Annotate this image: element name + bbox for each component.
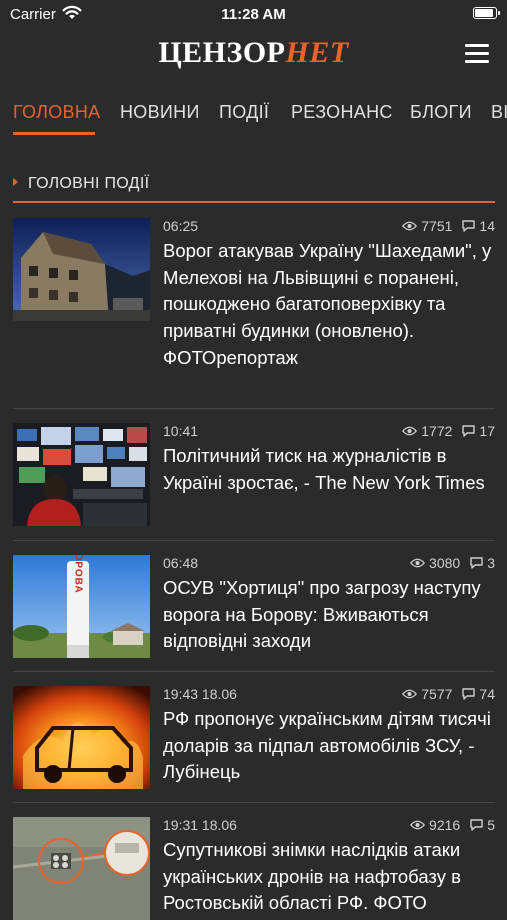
comments-icon <box>470 557 483 569</box>
status-bar: Carrier 11:28 AM <box>0 0 507 28</box>
views-eye-icon <box>402 426 418 436</box>
article-time: 06:48 <box>163 555 199 571</box>
site-logo[interactable]: ЦЕНЗОРНЕТ <box>0 36 507 70</box>
article-thumbnail <box>13 686 150 789</box>
views-count: 3080 <box>429 555 461 571</box>
battery-icon <box>473 7 500 19</box>
article-title[interactable]: Політичний тиск на журналістів в Україні… <box>163 443 495 496</box>
logo-text-net: НЕТ <box>285 36 349 69</box>
comments-icon <box>462 688 476 700</box>
comments-icon <box>462 220 476 232</box>
tab-podii[interactable]: ПОДІЇ <box>219 102 269 123</box>
article-time: 19:43 18.06 <box>163 686 237 702</box>
article-title[interactable]: Ворог атакував Україну "Шахедами", у Мел… <box>163 238 495 372</box>
section-arrow-icon <box>13 178 18 186</box>
article-divider <box>13 671 495 672</box>
hamburger-menu-icon[interactable] <box>465 44 489 64</box>
views-eye-icon <box>410 820 426 830</box>
app-header: ЦЕНЗОРНЕТ <box>0 28 507 84</box>
sign-text-borova: БОРОВА <box>73 555 84 594</box>
section-divider <box>13 201 495 203</box>
article-meta: 06:48 3080 3 <box>163 555 495 573</box>
comments-count: 3 <box>487 555 495 571</box>
views-count: 7577 <box>421 686 453 702</box>
article-thumbnail <box>13 218 150 321</box>
tab-blogy[interactable]: БЛОГИ <box>410 102 472 123</box>
clock: 11:28 AM <box>221 6 286 23</box>
article-meta: 19:43 18.06 7577 74 <box>163 686 495 704</box>
article-divider <box>13 408 495 409</box>
article-thumbnail <box>13 817 150 920</box>
article-title[interactable]: Супутникові знімки наслідків атаки украї… <box>163 837 495 917</box>
article-time: 19:31 18.06 <box>163 817 237 833</box>
views-eye-icon <box>402 689 418 699</box>
comments-count: 5 <box>487 817 495 833</box>
views-eye-icon <box>410 558 426 568</box>
views-count: 9216 <box>429 817 461 833</box>
article-meta: 10:41 1772 17 <box>163 423 495 441</box>
logo-text-censor: ЦЕНЗОР <box>158 36 286 69</box>
comments-icon <box>462 425 476 437</box>
active-tab-indicator <box>13 132 95 135</box>
section-title: ГОЛОВНІ ПОДІЇ <box>28 175 150 192</box>
article-title[interactable]: ОСУВ "Хортиця" про загрозу наступу ворог… <box>163 575 495 655</box>
views-count: 1772 <box>421 423 453 439</box>
views-eye-icon <box>402 221 418 231</box>
views-count: 7751 <box>421 218 453 234</box>
comments-icon <box>470 819 483 831</box>
section-header: ГОЛОВНІ ПОДІЇ <box>13 172 495 204</box>
comments-count: 17 <box>479 423 495 439</box>
article-time: 10:41 <box>163 423 199 439</box>
article-thumbnail <box>13 423 150 526</box>
comments-count: 14 <box>479 218 495 234</box>
article-meta: 19:31 18.06 9216 5 <box>163 817 495 835</box>
article-title[interactable]: РФ пропонує українським дітям тисячі дол… <box>163 706 495 786</box>
tab-rezonans[interactable]: РЕЗОНАНС <box>291 102 393 123</box>
article-meta: 06:25 7751 14 <box>163 218 495 236</box>
tab-partial-next[interactable]: ВІ <box>491 102 507 123</box>
category-tabs: ГОЛОВНА НОВИНИ ПОДІЇ РЕЗОНАНС БЛОГИ ВІ <box>0 88 507 138</box>
tab-golovna[interactable]: ГОЛОВНА <box>13 102 100 123</box>
article-thumbnail: БОРОВА <box>13 555 150 658</box>
article-time: 06:25 <box>163 218 199 234</box>
tab-novyny[interactable]: НОВИНИ <box>120 102 200 123</box>
article-divider <box>13 802 495 803</box>
article-divider <box>13 540 495 541</box>
comments-count: 74 <box>479 686 495 702</box>
